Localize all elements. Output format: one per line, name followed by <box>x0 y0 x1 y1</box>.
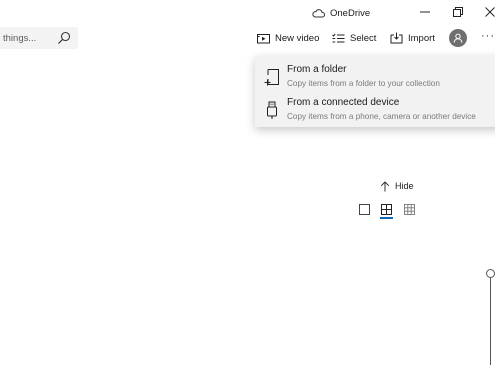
search-box[interactable]: things... <box>0 27 78 49</box>
hide-button[interactable]: Hide <box>380 179 414 193</box>
select-button[interactable]: Select <box>332 29 376 47</box>
menu-item-title: From a folder <box>287 64 347 75</box>
import-icon <box>390 32 403 44</box>
minimize-icon <box>420 11 430 13</box>
menu-item-from-folder[interactable]: From a folder Copy items from a folder t… <box>255 61 495 93</box>
import-label: Import <box>408 32 435 44</box>
account-avatar[interactable] <box>449 29 467 47</box>
large-view-icon[interactable] <box>358 203 371 216</box>
close-button[interactable] <box>476 2 495 22</box>
window-title-text: OneDrive <box>330 7 371 19</box>
menu-item-from-device[interactable]: From a connected device Copy items from … <box>255 94 495 126</box>
usb-device-icon <box>267 101 277 119</box>
more-options-button[interactable]: ··· <box>481 29 495 47</box>
hide-label: Hide <box>395 181 414 191</box>
cloud-icon <box>312 9 325 18</box>
import-button[interactable]: Import <box>390 29 435 47</box>
window-title: OneDrive <box>312 5 370 21</box>
menu-item-description: Copy items from a phone, camera or anoth… <box>287 112 476 121</box>
zoom-slider-thumb[interactable] <box>486 269 495 278</box>
new-video-label: New video <box>275 32 320 44</box>
search-input[interactable]: things... <box>3 33 57 44</box>
minimize-button[interactable] <box>411 2 439 22</box>
import-menu: From a folder Copy items from a folder t… <box>255 56 495 127</box>
menu-item-title: From a connected device <box>287 97 400 108</box>
new-video-button[interactable]: New video <box>257 29 319 47</box>
folder-import-icon <box>264 69 279 86</box>
zoom-slider-track[interactable] <box>490 278 491 365</box>
search-icon[interactable] <box>57 31 71 45</box>
medium-grid-icon[interactable] <box>380 203 393 216</box>
arrow-up-icon <box>380 180 390 191</box>
close-icon <box>485 7 495 17</box>
restore-button[interactable] <box>444 2 472 22</box>
person-icon <box>453 33 463 43</box>
select-label: Select <box>350 32 377 44</box>
restore-icon <box>453 7 463 17</box>
menu-item-description: Copy items from a folder to your collect… <box>287 79 440 88</box>
small-grid-icon[interactable] <box>403 203 416 216</box>
selected-view-indicator <box>380 217 393 219</box>
photos-app-window: OneDrive things... New video Select Impo… <box>0 0 495 365</box>
multi-select-icon <box>332 33 345 42</box>
video-editor-icon <box>257 33 270 43</box>
